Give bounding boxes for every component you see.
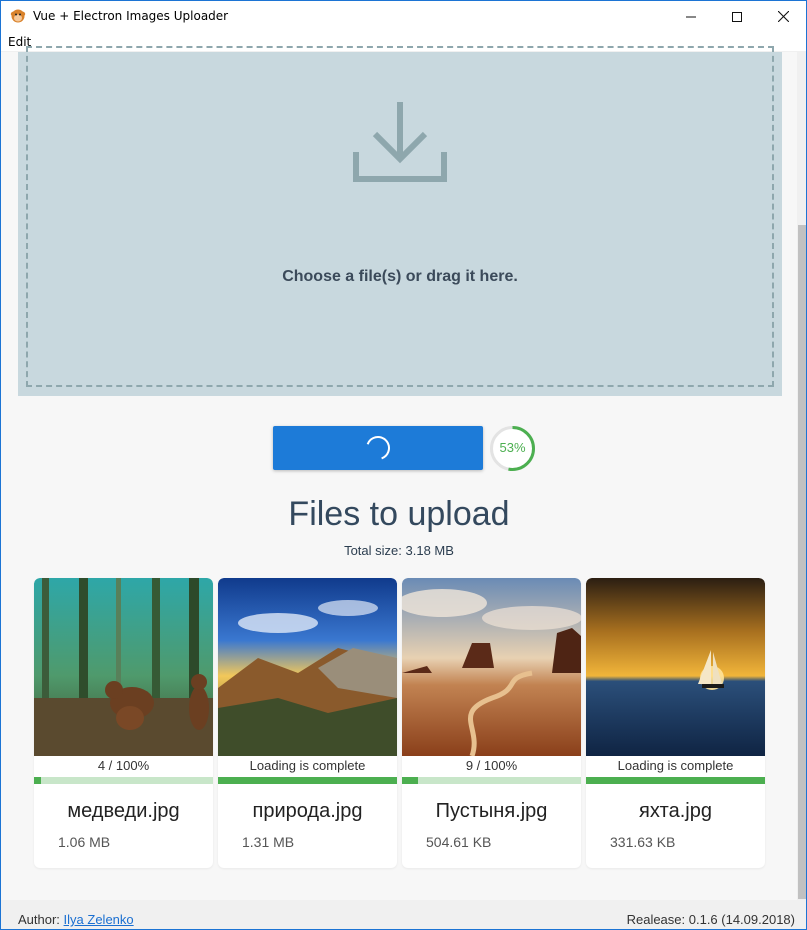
minimize-icon: [686, 16, 696, 17]
file-size: 1.06 MB: [58, 834, 111, 850]
file-drop-zone[interactable]: Choose a file(s) or drag it here.: [18, 46, 782, 396]
upload-button[interactable]: [273, 426, 483, 470]
file-name: медведи.jpg: [67, 800, 180, 822]
file-thumbnail: [34, 578, 213, 756]
file-size: 504.61 KB: [426, 834, 492, 850]
file-size: 1.31 MB: [242, 834, 295, 850]
file-name: природа.jpg: [252, 800, 363, 822]
files-section-title: Files to upload: [288, 495, 510, 533]
file-progress-bar: [586, 777, 765, 784]
file-thumbnail: [586, 578, 765, 756]
main-content: Choose a file(s) or drag it here. 53% Fi…: [1, 46, 806, 929]
file-progress-bar: [402, 777, 581, 784]
drop-zone-border: [26, 46, 774, 387]
file-thumbnail: [218, 578, 397, 756]
file-progress-fill: [402, 777, 419, 784]
file-status: Loading is complete: [249, 758, 366, 773]
file-status: Loading is complete: [617, 758, 734, 773]
drop-zone-text: Choose a file(s) or drag it here.: [282, 268, 518, 285]
file-thumbnail: [402, 578, 581, 756]
file-size: 331.63 KB: [610, 834, 676, 850]
monkey-app-icon: [10, 8, 26, 24]
title-bar[interactable]: Vue + Electron Images Uploader: [1, 1, 806, 32]
file-progress-bar: [34, 777, 213, 784]
close-icon: [777, 11, 789, 22]
download-tray-icon: [353, 102, 447, 189]
file-progress-bar: [218, 777, 397, 784]
file-card: Loading is complete природа.jpg 1.31 MB: [218, 578, 397, 868]
app-window: Vue + Electron Images Uploader Edit Choo…: [0, 0, 807, 930]
release-info: Realease: 0.1.6 (14.09.2018): [626, 912, 795, 927]
file-card: Loading is complete яхта.jpg 331.63 KB: [586, 578, 765, 868]
file-progress-fill: [218, 777, 397, 784]
file-status: 9 / 100%: [465, 758, 518, 773]
close-button[interactable]: [760, 1, 806, 32]
maximize-button[interactable]: [714, 1, 760, 32]
upload-progress-circle: 53%: [489, 425, 536, 472]
file-card: 4 / 100% медведи.jpg 1.06 MB: [34, 578, 213, 868]
window-title: Vue + Electron Images Uploader: [33, 9, 229, 23]
minimize-button[interactable]: [668, 1, 714, 32]
file-progress-fill: [34, 777, 42, 784]
maximize-icon: [732, 11, 742, 22]
scrollbar-thumb[interactable]: [798, 225, 806, 899]
file-progress-fill: [586, 777, 765, 784]
total-size-label: Total size: 3.18 MB: [344, 543, 454, 558]
author-label: Author:: [18, 912, 60, 927]
vertical-scrollbar[interactable]: [797, 52, 806, 900]
progress-percent-label: 53%: [499, 440, 526, 455]
loading-spinner-icon: [366, 436, 390, 460]
file-name: Пустыня.jpg: [435, 800, 548, 822]
author-info: Author: Ilya Zelenko: [18, 912, 134, 927]
file-name: яхта.jpg: [639, 800, 712, 822]
file-status: 4 / 100%: [97, 758, 150, 773]
file-card: 9 / 100% Пустыня.jpg 504.61 KB: [402, 578, 581, 868]
author-link[interactable]: Ilya Zelenko: [64, 912, 134, 927]
